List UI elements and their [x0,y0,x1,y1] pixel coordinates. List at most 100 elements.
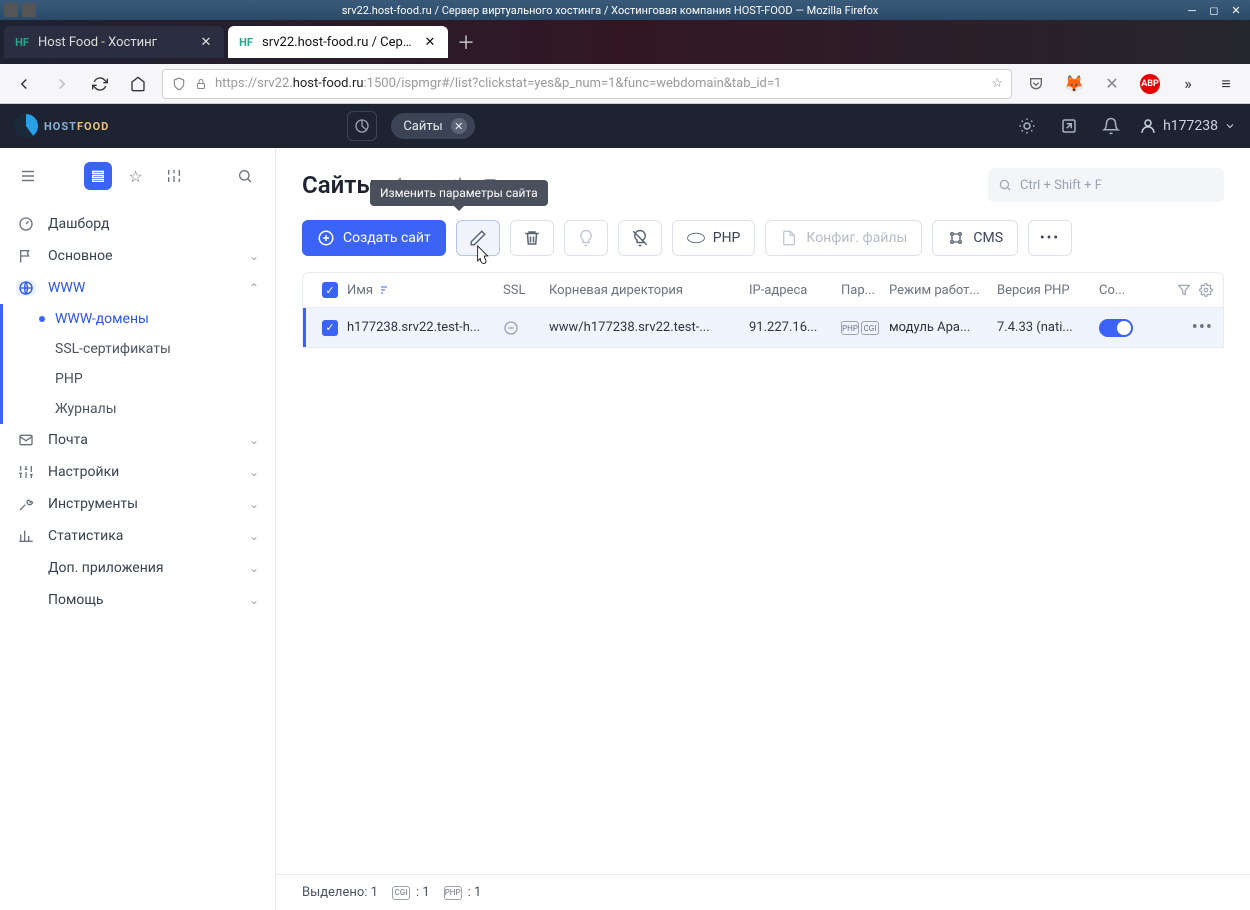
sidebar-item-mail[interactable]: Почта ⌄ [0,424,275,456]
tab-close-button[interactable]: ✕ [422,34,438,50]
column-header-name[interactable]: Имя [347,283,503,298]
chevron-down-icon: ⌄ [249,561,259,575]
bulb-off-icon [631,229,649,247]
app-logo[interactable]: HOSTFOOD [14,114,109,138]
gear-icon[interactable] [1199,283,1213,297]
fox-extension-icon[interactable]: 🦊 [1060,70,1088,98]
column-header-mode[interactable]: Режим работ... [889,283,997,298]
column-header-root[interactable]: Корневая директория [549,283,749,298]
new-tab-button[interactable]: ＋ [452,28,480,56]
state-toggle[interactable] [1099,319,1133,337]
url-input[interactable]: https://srv22.host-food.ru:1500/ispmgr#/… [162,69,1012,99]
select-all-checkbox[interactable]: ✓ [322,282,338,298]
browser-urlbar-row: https://srv22.host-food.ru:1500/ispmgr#/… [0,64,1250,104]
tab-close-button[interactable]: ✕ [198,34,214,50]
sidebar-subitem-ssl[interactable]: SSL-сертификаты [3,334,275,364]
row-checkbox[interactable]: ✓ [322,320,338,336]
browser-tab-1[interactable]: HF Host Food - Хостинг ✕ [4,26,224,58]
column-header-params[interactable]: Пар... [841,283,889,298]
os-minimize-button[interactable]: ─ [1184,3,1200,17]
sidebar-item-label: Почта [48,432,88,448]
sidebar-search-button[interactable] [231,162,259,190]
theme-toggle-button[interactable] [1013,112,1041,140]
os-close-button[interactable]: ✕ [1228,3,1244,17]
delete-button[interactable] [510,220,554,256]
user-menu[interactable]: h177238 [1139,117,1236,135]
column-header-php[interactable]: Версия PHP [997,283,1099,298]
edit-site-button[interactable] [456,220,500,256]
sidebar-item-label: Основное [48,248,113,264]
sidebar-favorite-button[interactable]: ☆ [122,162,150,190]
cell-state [1099,319,1159,337]
page-title: Сайты [302,171,376,199]
barchart-icon [16,528,36,544]
home-button[interactable] [124,70,152,98]
main-content: Сайты ☆ Ctrl + Shift + F Создать сайт [276,148,1250,910]
column-header-state[interactable]: Со... [1099,283,1159,298]
sidebar-item-label: Дашборд [48,216,109,232]
sidebar-item-help[interactable]: Помощь ⌄ [0,584,275,616]
sidebar-item-tools[interactable]: Инструменты ⌄ [0,488,275,520]
top-tab-close-button[interactable]: ✕ [451,118,467,134]
sidebar-item-label: Статистика [48,528,123,544]
sidebar-item-extras[interactable]: Доп. приложения ⌄ [0,552,275,584]
forward-button[interactable] [48,70,76,98]
row-actions-button[interactable]: ••• [1192,317,1213,338]
notifications-button[interactable] [1097,112,1125,140]
more-actions-button[interactable]: ••• [1028,220,1072,256]
logo-mark-icon [14,114,38,138]
tools-extension-icon[interactable]: ✕ [1098,70,1126,98]
sidebar-sliders-button[interactable] [160,162,188,190]
reload-button[interactable] [86,70,114,98]
php-icon [687,229,705,247]
config-files-button[interactable]: Конфиг. файлы [765,220,922,256]
sidebar-subitem-logs[interactable]: Журналы [3,394,275,424]
pencil-icon [469,229,487,247]
bulb-off-button[interactable] [618,220,662,256]
chevron-down-icon [1224,120,1236,132]
overflow-menu-button[interactable]: » [1174,70,1202,98]
sidebar-subitem-domains[interactable]: WWW-домены [3,304,275,334]
sidebar-list-view-button[interactable] [84,162,112,190]
sidebar-item-dashboard[interactable]: Дашборд [0,208,275,240]
column-header-ip[interactable]: IP-адреса [749,283,841,298]
sliders-icon [16,464,36,480]
flag-icon [16,248,36,264]
page-search-input[interactable]: Ctrl + Shift + F [988,168,1224,202]
bookmark-star-icon[interactable]: ☆ [991,76,1003,91]
top-tab-sites[interactable]: Сайты ✕ [391,113,474,139]
sidebar-item-stats[interactable]: Статистика ⌄ [0,520,275,552]
sidebar-subitem-php[interactable]: PHP [3,364,275,394]
stats-pie-button[interactable] [347,111,377,141]
create-site-button[interactable]: Создать сайт [302,220,446,256]
sidebar-item-main[interactable]: Основное ⌄ [0,240,275,272]
abp-extension-icon[interactable]: ABP [1136,70,1164,98]
external-link-button[interactable] [1055,112,1083,140]
browser-tab-2[interactable]: HF srv22.host-food.ru / Серве ✕ [228,26,448,58]
favicon-icon: HF [14,34,30,50]
chevron-down-icon: ⌄ [249,497,259,511]
pocket-icon[interactable] [1022,70,1050,98]
button-label: CMS [973,230,1003,246]
os-window-title: srv22.host-food.ru / Сервер виртуального… [36,4,1184,17]
app-topbar: HOSTFOOD Сайты ✕ h177238 [0,104,1250,148]
search-icon [998,178,1012,192]
column-header-ssl[interactable]: SSL [503,283,549,298]
plus-circle-icon [317,229,335,247]
filter-icon[interactable] [1177,283,1191,297]
back-button[interactable] [10,70,38,98]
bulb-button[interactable] [564,220,608,256]
sidebar-item-label: Доп. приложения [48,560,164,576]
button-label: Создать сайт [343,230,431,246]
sidebar-collapse-button[interactable] [16,164,40,188]
browser-menu-button[interactable]: ≡ [1212,70,1240,98]
php-button[interactable]: PHP [672,220,756,256]
cms-button[interactable]: CMS [932,220,1018,256]
table-row[interactable]: ✓ h177238.srv22.test-h... www/h177238.sr… [302,308,1224,348]
os-maximize-button[interactable]: ◻ [1206,3,1222,17]
ssl-disabled-icon [503,320,519,336]
button-label: PHP [713,230,741,246]
user-icon [1139,117,1157,135]
sidebar-item-www[interactable]: WWW ⌃ [0,272,275,304]
sidebar-item-settings[interactable]: Настройки ⌄ [0,456,275,488]
